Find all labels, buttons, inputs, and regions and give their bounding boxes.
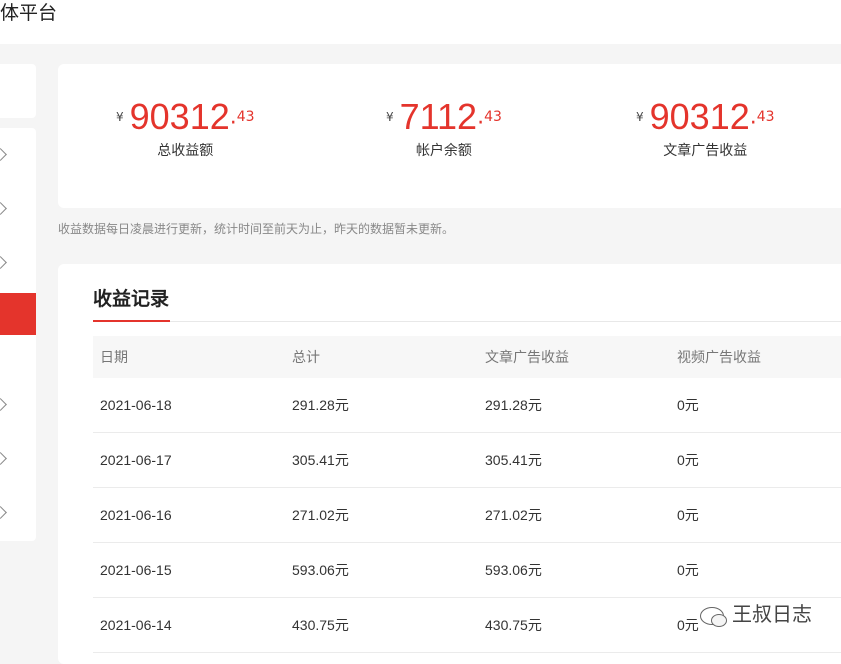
stat-article-ad-earnings: ¥90312.43 文章广告收益 (636, 96, 775, 160)
table-header-row: 日期 总计 文章广告收益 视频广告收益 (93, 336, 841, 378)
cell-total: 305.41元 (285, 432, 478, 488)
watermark: 王叔日志 (700, 598, 812, 627)
amount-decimal: 43 (236, 109, 255, 125)
amount-dot: . (229, 104, 237, 130)
tab-divider (93, 321, 841, 322)
active-tab-indicator (93, 320, 170, 322)
amount-decimal: 43 (484, 109, 502, 125)
stat-total-earnings: ¥90312.43 总收益额 (116, 96, 255, 160)
chevron-icon[interactable] (0, 452, 7, 465)
cell-total: 593.06元 (285, 542, 478, 598)
cell-total: 291.28元 (285, 378, 478, 433)
cell-video-ad: 0元 (670, 432, 841, 488)
cell-date: 2021-06-17 (93, 432, 285, 488)
cell-video-ad: 0元 (670, 378, 841, 433)
table-row: 2021-06-16 271.02元 271.02元 0元 (93, 487, 841, 543)
amount-integer: 7112 (399, 96, 478, 137)
cell-article-ad: 291.28元 (478, 378, 670, 433)
sidebar-item-active[interactable] (0, 293, 36, 335)
stat-label: 文章广告收益 (663, 143, 748, 159)
amount-dot: . (477, 104, 485, 130)
stat-amount: ¥7112.43 (386, 96, 502, 138)
cell-date: 2021-06-16 (93, 487, 285, 543)
chevron-icon[interactable] (0, 398, 7, 411)
amount-integer: 90312 (649, 96, 750, 137)
column-header-total: 总计 (285, 336, 478, 378)
table-row: 2021-06-18 291.28元 291.28元 0元 (93, 378, 841, 433)
platform-title: 体平台 (0, 2, 58, 24)
stat-label: 总收益额 (157, 143, 214, 159)
sidebar-top-panel (0, 64, 36, 118)
cell-total: 430.75元 (285, 597, 478, 653)
amount-integer: 90312 (129, 96, 230, 137)
cell-article-ad: 430.75元 (478, 597, 670, 653)
cell-article-ad: 593.06元 (478, 542, 670, 598)
chevron-icon[interactable] (0, 506, 7, 519)
column-header-date: 日期 (93, 336, 285, 378)
currency-symbol: ¥ (116, 110, 124, 124)
cell-date: 2021-06-18 (93, 378, 285, 433)
chevron-icon[interactable] (0, 202, 7, 215)
stat-amount: ¥90312.43 (116, 96, 255, 138)
chevron-icon[interactable] (0, 148, 7, 161)
currency-symbol: ¥ (386, 110, 394, 124)
column-header-video-ad: 视频广告收益 (670, 336, 841, 378)
stat-amount: ¥90312.43 (636, 96, 775, 138)
cell-total: 271.02元 (285, 487, 478, 543)
cell-article-ad: 271.02元 (478, 487, 670, 543)
amount-dot: . (749, 104, 757, 130)
cell-video-ad: 0元 (670, 542, 841, 598)
amount-decimal: 43 (756, 109, 775, 125)
chevron-icon[interactable] (0, 256, 7, 269)
update-notice: 收益数据每日凌晨进行更新，统计时间至前天为止，昨天的数据暂未更新。 (58, 222, 455, 236)
cell-article-ad: 305.41元 (478, 432, 670, 488)
table-row: 2021-06-15 593.06元 593.06元 0元 (93, 542, 841, 598)
cell-date: 2021-06-14 (93, 597, 285, 653)
wechat-icon (700, 606, 727, 627)
top-bar: 体平台 (0, 0, 841, 44)
cell-video-ad: 0元 (670, 487, 841, 543)
watermark-text: 王叔日志 (732, 602, 812, 626)
records-tab-title[interactable]: 收益记录 (93, 284, 169, 311)
stat-label: 帐户余额 (415, 143, 472, 159)
column-header-article-ad: 文章广告收益 (478, 336, 670, 378)
earnings-summary-card: ¥90312.43 总收益额 ¥7112.43 帐户余额 ¥90312.43 文… (58, 64, 841, 208)
table-row: 2021-06-17 305.41元 305.41元 0元 (93, 432, 841, 488)
currency-symbol: ¥ (636, 110, 644, 124)
cell-date: 2021-06-15 (93, 542, 285, 598)
stat-account-balance: ¥7112.43 帐户余额 (386, 96, 502, 160)
